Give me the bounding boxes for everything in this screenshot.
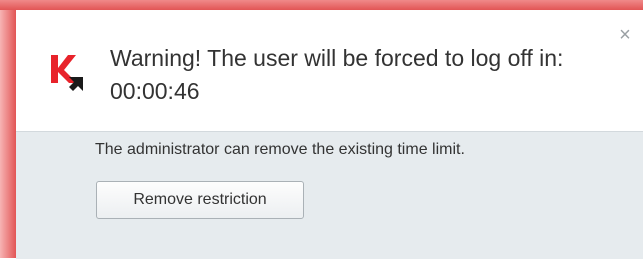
notification-window: Warning! The user will be forced to log … (0, 0, 643, 259)
description-text: The administrator can remove the existin… (95, 141, 465, 158)
kaspersky-logo-icon (51, 55, 83, 91)
window-border-left (0, 0, 16, 258)
remove-restriction-button[interactable]: Remove restriction (96, 181, 304, 219)
warning-title: Warning! The user will be forced to log … (110, 45, 564, 104)
notification-header: Warning! The user will be forced to log … (16, 10, 643, 131)
window-border-top (0, 0, 643, 10)
close-icon[interactable]: × (616, 25, 634, 45)
notification-popup: Warning! The user will be forced to log … (16, 10, 643, 259)
